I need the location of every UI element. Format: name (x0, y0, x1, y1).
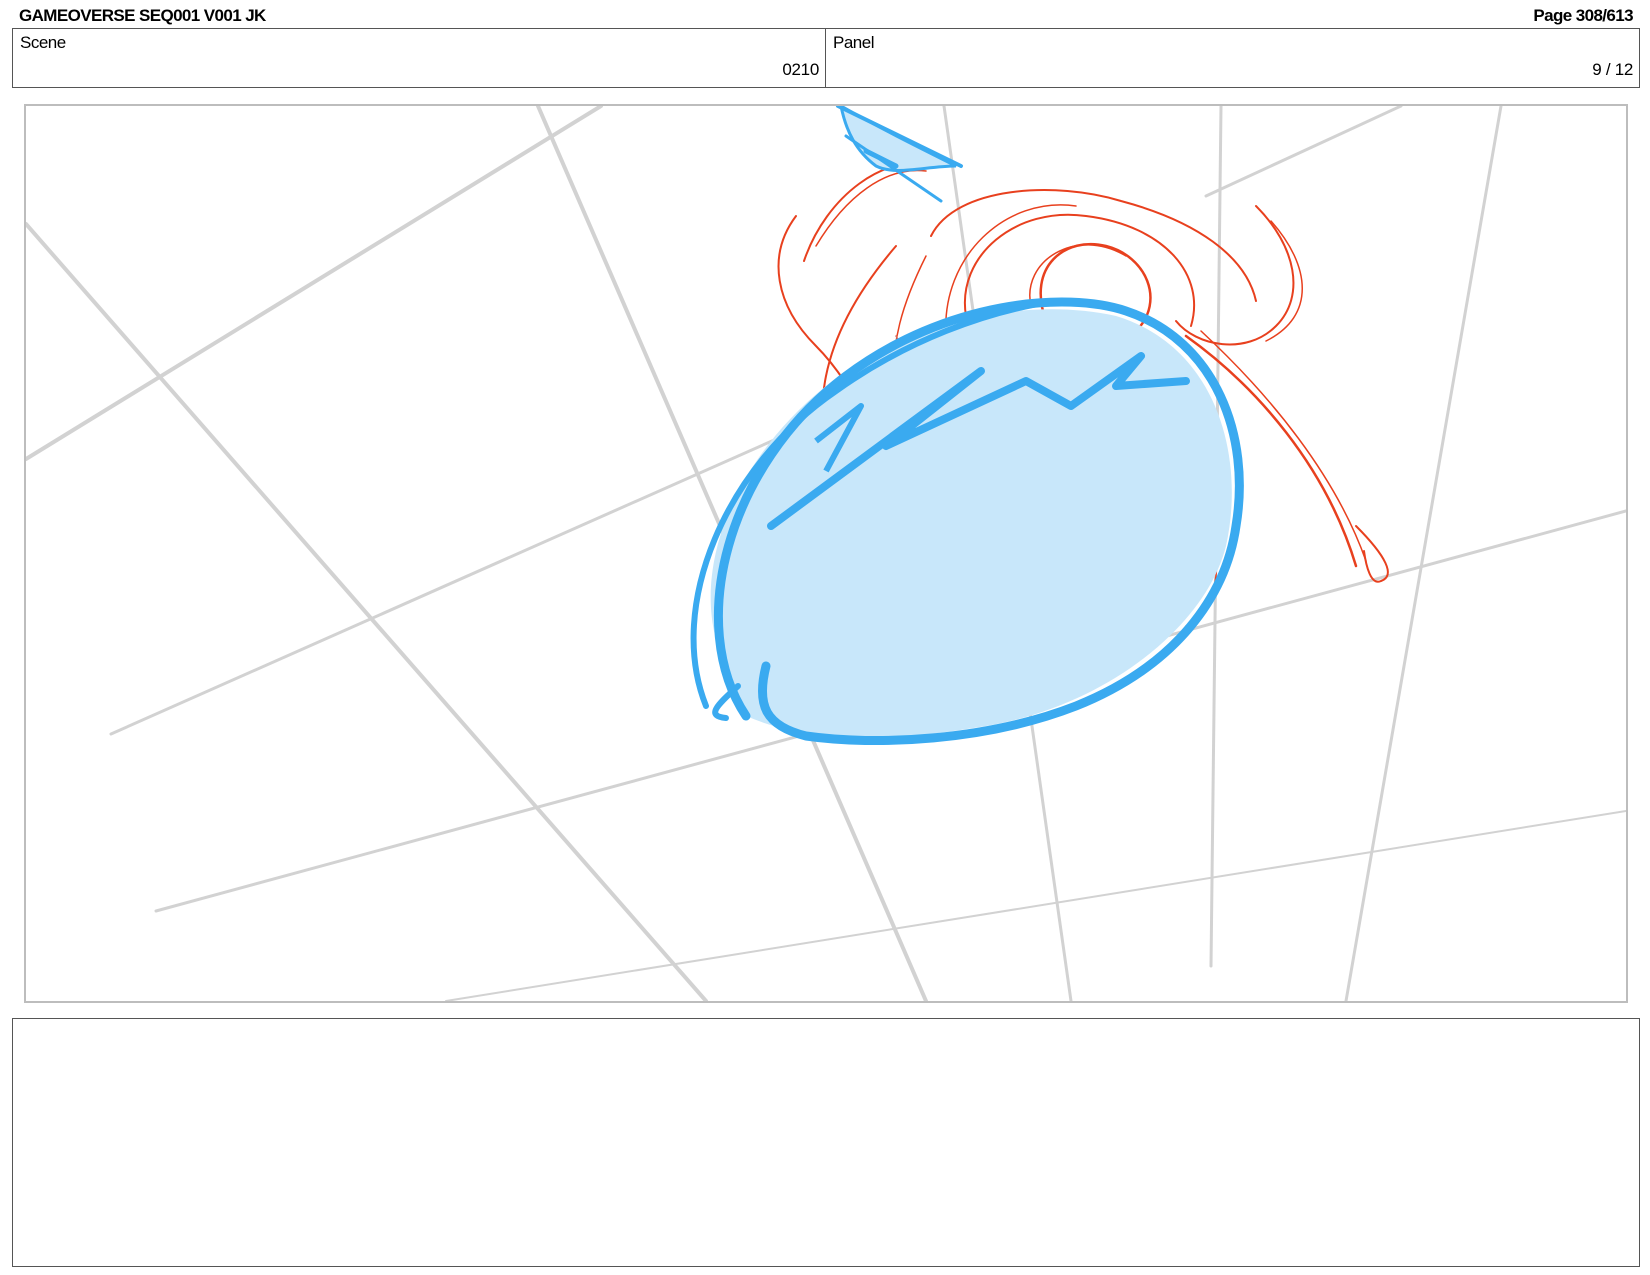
scene-value: 0210 (782, 60, 819, 79)
document-title: GAMEOVERSE SEQ001 V001 JK (19, 6, 266, 25)
scene-label: Scene (20, 33, 66, 52)
scene-cell: Scene 0210 (13, 29, 826, 87)
panel-value: 9 / 12 (1592, 60, 1633, 79)
page-number: Page 308/613 (1533, 6, 1633, 25)
storyboard-frame (24, 104, 1628, 1003)
storyboard-drawing (26, 106, 1626, 1001)
blue-effect-sketch (690, 106, 1244, 746)
panel-cell: Panel 9 / 12 (826, 29, 1639, 87)
panel-label: Panel (833, 33, 874, 52)
panel-notes-box (12, 1018, 1640, 1267)
panel-info-box: Scene 0210 Panel 9 / 12 (12, 28, 1640, 88)
